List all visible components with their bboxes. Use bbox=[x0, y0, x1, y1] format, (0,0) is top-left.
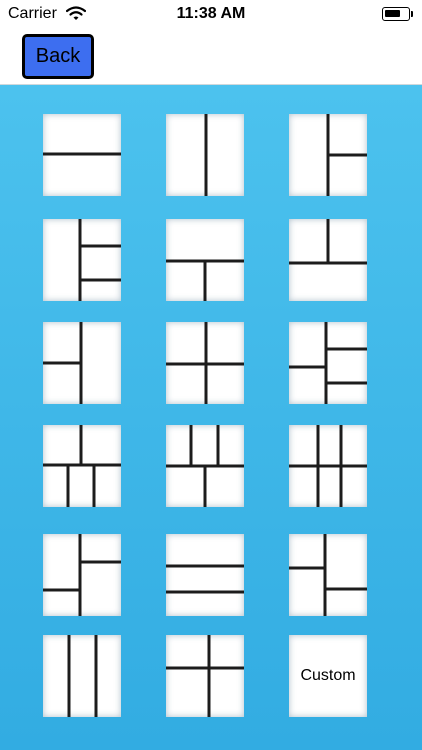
back-button[interactable]: Back bbox=[22, 34, 94, 79]
status-bar: Carrier 11:38 AM bbox=[0, 0, 422, 30]
three-by-two-grid-layout-icon bbox=[289, 425, 367, 507]
layout-tile-13[interactable] bbox=[43, 534, 121, 616]
offset-split-layout-icon bbox=[43, 534, 121, 616]
three-columns-layout-icon bbox=[67, 635, 98, 717]
layout-tile-8[interactable] bbox=[166, 322, 244, 404]
left-column-right-split-layout-icon bbox=[326, 114, 367, 196]
layout-grid: Custom bbox=[0, 85, 422, 750]
layout-tile-4[interactable] bbox=[43, 219, 121, 301]
two-columns-layout-icon bbox=[204, 114, 208, 196]
status-time: 11:38 AM bbox=[176, 5, 246, 22]
battery-icon bbox=[382, 7, 410, 21]
top-split-bottom-row-layout-icon bbox=[289, 219, 367, 265]
layout-tile-14[interactable] bbox=[166, 534, 244, 616]
layout-tile-5[interactable] bbox=[166, 219, 244, 301]
layout-tile-9[interactable] bbox=[289, 322, 367, 404]
top-row-bottom-split-layout-icon bbox=[166, 259, 244, 301]
cross-split-layout-icon bbox=[166, 635, 244, 717]
navigation-bar: Back bbox=[0, 30, 422, 85]
layout-tile-3[interactable] bbox=[289, 114, 367, 196]
two-rows-layout-icon bbox=[43, 152, 121, 156]
three-rows-layout-icon bbox=[166, 564, 244, 594]
layout-tile-11[interactable] bbox=[166, 425, 244, 507]
layout-tile-10[interactable] bbox=[43, 425, 121, 507]
left-column-right-three-rows-layout-icon bbox=[78, 219, 121, 301]
left-split-right-column-layout-icon bbox=[43, 322, 83, 404]
battery-nub bbox=[411, 11, 413, 17]
layout-picker-screen: Carrier 11:38 AM Back Custom bbox=[0, 0, 422, 750]
layout-tile-1[interactable] bbox=[43, 114, 121, 196]
layout-tile-17[interactable] bbox=[166, 635, 244, 717]
layout-tile-6[interactable] bbox=[289, 219, 367, 301]
top-three-bottom-two-layout-icon bbox=[166, 425, 244, 507]
top-two-bottom-three-layout-icon bbox=[43, 425, 121, 507]
four-quadrants-layout-icon bbox=[166, 322, 244, 404]
layout-tile-12[interactable] bbox=[289, 425, 367, 507]
left-split-right-three-rows-layout-icon bbox=[289, 322, 367, 404]
layout-tile-16[interactable] bbox=[43, 635, 121, 717]
custom-layout-label: Custom bbox=[300, 667, 356, 684]
layout-tile-7[interactable] bbox=[43, 322, 121, 404]
custom-layout-button[interactable]: Custom bbox=[289, 635, 367, 717]
layout-tile-2[interactable] bbox=[166, 114, 244, 196]
layout-tile-15[interactable] bbox=[289, 534, 367, 616]
staggered-split-layout-icon bbox=[289, 534, 367, 616]
